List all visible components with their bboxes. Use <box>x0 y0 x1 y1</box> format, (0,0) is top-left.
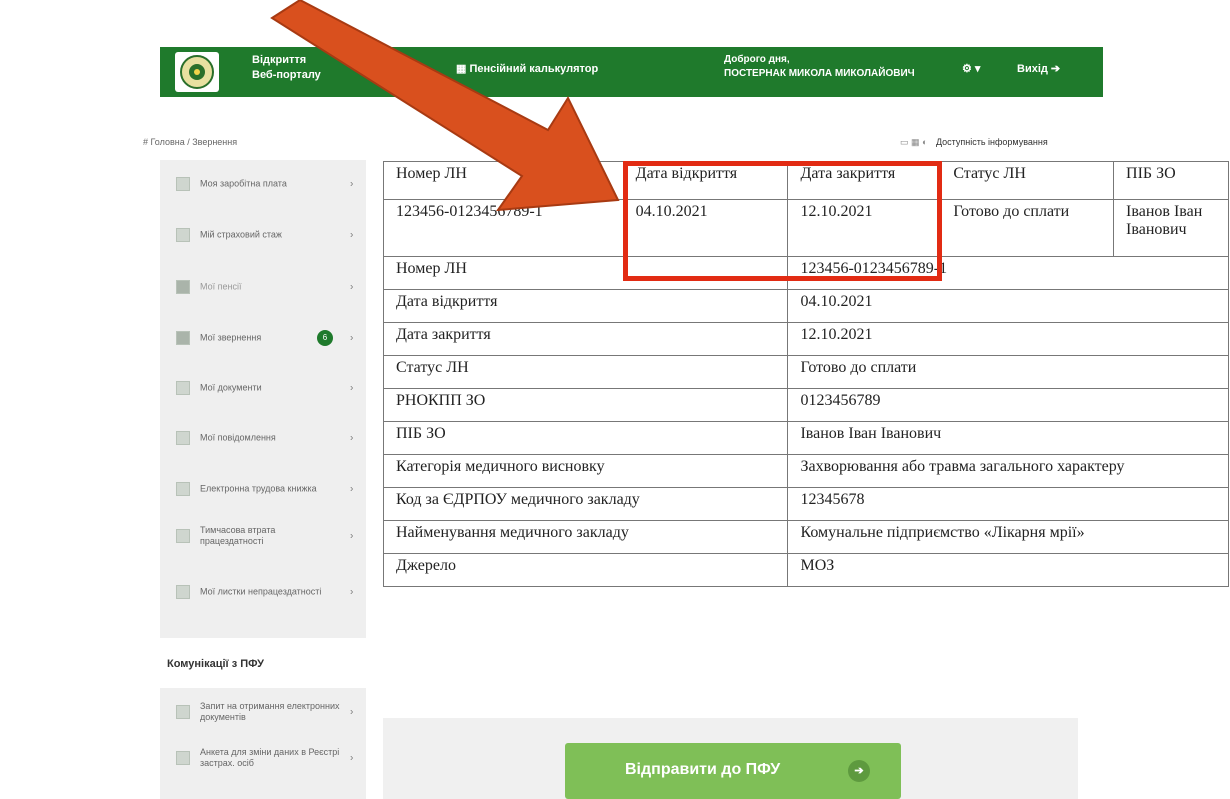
sidebar-item-label: Анкета для зміни даних в Реєстрі застрах… <box>200 747 340 768</box>
message-icon <box>176 331 190 345</box>
detail-value: Готово до сплати <box>787 355 1229 389</box>
chevron-right-icon: › <box>350 281 354 293</box>
chevron-right-icon: › <box>350 432 354 444</box>
table-cell: Іванов Іван Іванович <box>1113 199 1229 257</box>
detail-value: Захворювання або травма загального харак… <box>787 454 1229 488</box>
sidebar-item-insurance-record[interactable]: Мій страховий стаж › <box>160 215 366 255</box>
logout-button[interactable]: Вихід ➔ <box>1017 62 1060 75</box>
annotation-arrow-icon <box>270 0 620 212</box>
medical-icon <box>176 529 190 543</box>
detail-row: Дата закриття 12.10.2021 <box>382 322 1229 356</box>
request-icon <box>176 705 190 719</box>
detail-row: Статус ЛН Готово до сплати <box>382 355 1229 389</box>
form-icon <box>176 751 190 765</box>
sidebar-item-label: Мої документи <box>200 382 262 393</box>
sidebar-item-request-documents[interactable]: Запит на отримання електронних документі… <box>160 692 366 732</box>
detail-row: Найменування медичного закладу Комунальн… <box>382 520 1229 554</box>
detail-row: Джерело МОЗ <box>382 553 1229 587</box>
section-title: Комунікації з ПФУ <box>167 658 264 670</box>
detail-value: МОЗ <box>787 553 1229 587</box>
header-cell: ПІБ ЗО <box>1113 161 1229 200</box>
detail-label: Дата закриття <box>382 322 789 356</box>
sidebar-item-documents[interactable]: Мої документи › <box>160 368 366 408</box>
detail-row: ПІБ ЗО Іванов Іван Іванович <box>382 421 1229 455</box>
table-cell: Готово до сплати <box>940 199 1115 257</box>
sidebar-item-registry-form[interactable]: Анкета для зміни даних в Реєстрі застрах… <box>160 738 366 778</box>
sidebar-item-sick-leaves[interactable]: Мої листки непрацездатності › <box>160 572 366 612</box>
detail-row: Категорія медичного висновку Захворюванн… <box>382 454 1229 488</box>
sidebar-item-label: Електронна трудова книжка <box>200 483 317 494</box>
detail-row: Дата відкриття 04.10.2021 <box>382 289 1229 323</box>
chevron-right-icon: › <box>350 530 354 542</box>
sidebar-item-label: Мій страховий стаж <box>200 229 282 240</box>
header-cell: Статус ЛН <box>940 161 1115 200</box>
chevron-right-icon: › <box>350 483 354 495</box>
greeting-line: Доброго дня, <box>724 54 790 65</box>
sidebar-item-temporary-disability[interactable]: Тимчасова втрата працездатності › <box>160 516 366 556</box>
detail-label: Статус ЛН <box>382 355 789 389</box>
detail-label: Категорія медичного висновку <box>382 454 789 488</box>
detail-value: Іванов Іван Іванович <box>787 421 1229 455</box>
detail-label: Код за ЄДРПОУ медичного закладу <box>382 487 789 521</box>
sidebar-item-appeals[interactable]: Мої звернення 6 › <box>160 318 366 358</box>
accessibility-label[interactable]: Доступність інформування <box>936 137 1048 147</box>
detail-value: 04.10.2021 <box>787 289 1229 323</box>
user-greeting: Доброго дня, ПОСТЕРНАК МИКОЛА МИКОЛАЙОВИ… <box>724 53 915 81</box>
book-icon <box>176 482 190 496</box>
detail-value: 12345678 <box>787 487 1229 521</box>
calendar-icon <box>176 228 190 242</box>
sidebar-item-label: Мої листки непрацездатності <box>200 586 322 597</box>
appeals-count-badge: 6 <box>317 330 333 346</box>
detail-label: Джерело <box>382 553 789 587</box>
sidebar-item-label: Запит на отримання електронних документі… <box>200 701 340 722</box>
chevron-right-icon: › <box>350 382 354 394</box>
sidebar-section-header: Комунікації з ПФУ <box>160 638 366 688</box>
chevron-right-icon: › <box>350 752 354 764</box>
chevron-right-icon: › <box>350 586 354 598</box>
send-to-pfu-button[interactable]: Відправити до ПФУ ➔ <box>565 743 901 799</box>
accessibility-icons[interactable]: ▭ ▦ ◐ <box>900 137 927 147</box>
send-button-label: Відправити до ПФУ <box>625 761 781 778</box>
detail-row: РНОКПП ЗО 0123456789 <box>382 388 1229 422</box>
accessibility-info[interactable]: ▭ ▦ ◐ Доступність інформування <box>900 137 1048 148</box>
sick-leave-icon <box>176 585 190 599</box>
sidebar-item-label: Тимчасова втрата працездатності <box>200 525 276 546</box>
detail-row: Код за ЄДРПОУ медичного закладу 12345678 <box>382 487 1229 521</box>
detail-value: Комунальне підприємство «Лікарня мрії» <box>787 520 1229 554</box>
detail-label: Найменування медичного закладу <box>382 520 789 554</box>
sidebar-item-label: Мої повідомлення <box>200 432 276 443</box>
envelope-icon <box>176 431 190 445</box>
sidebar-communications-menu: Запит на отримання електронних документі… <box>160 688 366 799</box>
sidebar-item-notifications[interactable]: Мої повідомлення › <box>160 418 366 458</box>
sidebar-item-label: Мої пенсії <box>200 281 242 292</box>
detail-label: ПІБ ЗО <box>382 421 789 455</box>
chevron-right-icon: › <box>350 332 354 344</box>
chevron-right-icon: › <box>350 706 354 718</box>
chevron-right-icon: › <box>350 229 354 241</box>
file-icon <box>176 381 190 395</box>
detail-value: 12.10.2021 <box>787 322 1229 356</box>
detail-label: РНОКПП ЗО <box>382 388 789 422</box>
arrow-right-icon: ➔ <box>848 760 870 782</box>
document-icon <box>176 280 190 294</box>
user-name: ПОСТЕРНАК МИКОЛА МИКОЛАЙОВИЧ <box>724 68 915 79</box>
sidebar-menu: Моя заробітна плата › Мій страховий стаж… <box>160 160 366 638</box>
settings-menu[interactable]: ⚙ ▾ <box>962 62 980 75</box>
sidebar-item-pensions[interactable]: Мої пенсії › <box>160 267 366 307</box>
detail-label: Дата відкриття <box>382 289 789 323</box>
sidebar-item-work-book[interactable]: Електронна трудова книжка › <box>160 469 366 509</box>
detail-value: 0123456789 <box>787 388 1229 422</box>
